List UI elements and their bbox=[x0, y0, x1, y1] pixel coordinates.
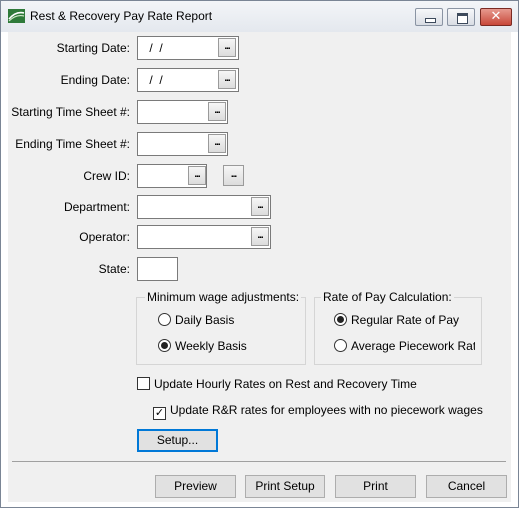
print-button[interactable]: Print bbox=[335, 475, 416, 498]
update-rr-label: Update R&R rates for employees with no p… bbox=[170, 403, 483, 417]
close-icon: ✕ bbox=[490, 9, 502, 24]
daily-basis-radio[interactable]: Daily Basis bbox=[158, 313, 234, 327]
average-piecework-radio[interactable]: Average Piecework Rate bbox=[334, 339, 475, 353]
report-window: Rest & Recovery Pay Rate Report ✕ Starti… bbox=[0, 0, 519, 508]
min-wage-group bbox=[136, 297, 306, 365]
ending-timesheet-label: Ending Time Sheet #: bbox=[15, 137, 130, 151]
department-label: Department: bbox=[63, 200, 130, 214]
starting-date-value: / / bbox=[146, 41, 163, 55]
daily-basis-radio-icon bbox=[158, 313, 171, 326]
min-wage-group-title: Minimum wage adjustments: bbox=[145, 290, 302, 304]
cancel-button[interactable]: Cancel bbox=[426, 475, 507, 498]
operator-lookup-button[interactable]: ... bbox=[251, 227, 269, 246]
weekly-basis-radio-icon bbox=[158, 339, 171, 352]
rate-of-pay-group bbox=[314, 297, 482, 365]
update-hourly-checkbox[interactable]: Update Hourly Rates on Rest and Recovery… bbox=[137, 377, 417, 391]
state-input[interactable] bbox=[137, 257, 178, 281]
minimize-button[interactable] bbox=[415, 8, 443, 26]
weekly-basis-label: Weekly Basis bbox=[175, 339, 247, 353]
department-lookup-button[interactable]: ... bbox=[251, 197, 269, 216]
update-hourly-label: Update Hourly Rates on Rest and Recovery… bbox=[154, 377, 417, 391]
checkmark-icon: ✓ bbox=[153, 407, 166, 420]
starting-date-label: Starting Date: bbox=[56, 41, 130, 55]
average-piecework-label: Average Piecework Rate bbox=[351, 339, 475, 353]
crew-id-lookup-button[interactable]: ... bbox=[188, 166, 206, 185]
starting-timesheet-label: Starting Time Sheet #: bbox=[11, 105, 130, 119]
starting-date-lookup-button[interactable]: ... bbox=[218, 38, 236, 57]
weekly-basis-radio[interactable]: Weekly Basis bbox=[158, 339, 247, 353]
starting-timesheet-lookup-button[interactable]: ... bbox=[208, 102, 226, 121]
ending-date-value: / / bbox=[146, 73, 163, 87]
update-hourly-check-icon bbox=[137, 377, 150, 390]
ending-date-lookup-button[interactable]: ... bbox=[218, 70, 236, 89]
maximize-button[interactable] bbox=[447, 8, 475, 26]
title-bar[interactable]: Rest & Recovery Pay Rate Report ✕ bbox=[1, 1, 518, 32]
daily-basis-label: Daily Basis bbox=[175, 313, 235, 327]
close-button[interactable]: ✕ bbox=[480, 8, 512, 26]
app-logo-icon bbox=[8, 9, 25, 23]
regular-rate-radio[interactable]: Regular Rate of Pay bbox=[334, 313, 459, 327]
crew-id-label: Crew ID: bbox=[83, 169, 130, 183]
update-rr-checkbox[interactable]: ✓ Update R&R rates for employees with no … bbox=[153, 403, 483, 420]
setup-button[interactable]: Setup... bbox=[137, 429, 218, 452]
regular-rate-label: Regular Rate of Pay bbox=[351, 313, 460, 327]
regular-rate-radio-icon bbox=[334, 313, 347, 326]
window-title: Rest & Recovery Pay Rate Report bbox=[30, 9, 213, 23]
ending-date-label: Ending Date: bbox=[60, 73, 130, 87]
rate-of-pay-group-title: Rate of Pay Calculation: bbox=[321, 290, 454, 304]
footer-separator bbox=[12, 461, 506, 462]
state-label: State: bbox=[98, 262, 130, 276]
crew-id-extra-button[interactable]: ... bbox=[223, 165, 244, 186]
dialog-body: Starting Date: / / ... Ending Date: / / … bbox=[8, 32, 511, 502]
average-piecework-radio-icon bbox=[334, 339, 347, 352]
operator-label: Operator: bbox=[79, 230, 130, 244]
preview-button[interactable]: Preview bbox=[155, 475, 236, 498]
print-setup-button[interactable]: Print Setup bbox=[245, 475, 325, 498]
ending-timesheet-lookup-button[interactable]: ... bbox=[208, 134, 226, 153]
